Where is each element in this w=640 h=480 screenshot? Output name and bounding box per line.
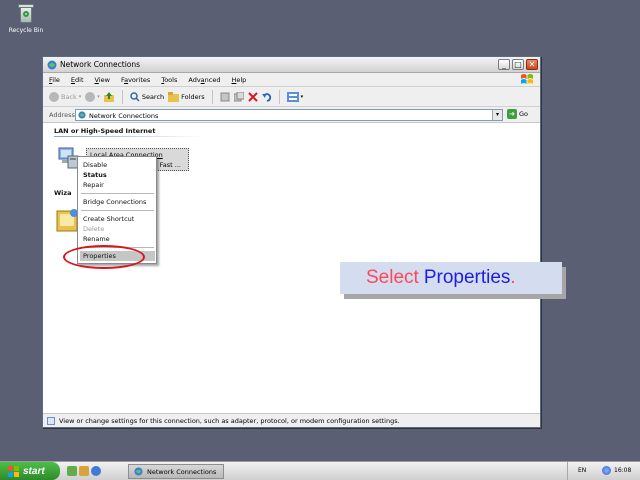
tray-network-icon[interactable] <box>602 466 611 475</box>
show-desktop-icon[interactable] <box>67 466 77 476</box>
menu-item-rename[interactable]: Rename <box>83 235 110 243</box>
group-heading-wizard: Wiza <box>54 189 72 197</box>
folders-icon <box>168 91 180 102</box>
network-connections-task-icon <box>134 467 143 476</box>
move-to-icon <box>220 92 230 101</box>
up-folder-button[interactable] <box>103 91 115 102</box>
delete-x-icon <box>247 91 258 102</box>
undo-icon <box>261 92 271 102</box>
highlight-ring <box>63 245 145 269</box>
menu-item-bridge-connections[interactable]: Bridge Connections <box>83 198 146 206</box>
recycle-bin-icon <box>16 2 36 24</box>
views-icon <box>286 91 299 102</box>
delete-button[interactable] <box>247 91 258 102</box>
views-button[interactable]: ▾ <box>286 91 303 102</box>
close-button[interactable]: ✕ <box>526 59 538 70</box>
language-indicator[interactable]: EN <box>578 467 586 474</box>
menu-view[interactable]: View <box>95 76 110 84</box>
menu-favorites[interactable]: Favorites <box>121 76 150 84</box>
up-folder-icon <box>103 91 114 102</box>
back-button[interactable]: Back ▾ <box>49 91 81 102</box>
status-text: View or change settings for this connect… <box>59 416 400 425</box>
toolbar: Back ▾ ▾ Search Folders ▾ <box>43 87 540 107</box>
window-title: Network Connections <box>60 60 141 69</box>
menu-item-status[interactable]: Status <box>83 171 107 179</box>
menu-help[interactable]: Help <box>231 76 246 84</box>
media-player-icon[interactable] <box>79 466 89 476</box>
undo-button[interactable] <box>261 92 272 102</box>
taskbar: start Network Connections EN 16:08 <box>0 461 640 480</box>
address-dropdown-button[interactable]: ▾ <box>492 110 502 120</box>
forward-arrow-icon <box>85 91 96 102</box>
address-input[interactable]: Network Connections ▾ <box>75 109 503 121</box>
windows-flag-icon <box>8 465 19 477</box>
menu-file[interactable]: File <box>49 76 60 84</box>
recycle-bin-desktop-icon[interactable]: Recycle Bin <box>6 2 46 34</box>
address-value: Network Connections <box>89 112 159 120</box>
start-button[interactable]: start <box>0 462 60 480</box>
maximize-button[interactable]: □ <box>512 59 524 70</box>
menu-item-disable[interactable]: Disable <box>83 161 107 169</box>
network-connections-icon <box>47 60 57 70</box>
search-icon <box>130 91 140 102</box>
menu-item-repair[interactable]: Repair <box>83 181 104 189</box>
recycle-bin-label: Recycle Bin <box>8 27 44 34</box>
group-heading-lan: LAN or High-Speed Internet <box>54 127 156 135</box>
address-label: Address <box>49 111 75 119</box>
menu-tools[interactable]: Tools <box>161 76 177 84</box>
system-tray: EN 16:08 <box>567 462 640 480</box>
go-arrow-icon: ➔ <box>507 109 517 119</box>
windows-logo-icon <box>521 74 533 84</box>
copy-to-icon <box>233 91 244 101</box>
status-bar: View or change settings for this connect… <box>43 413 540 427</box>
callout-word-select: Select <box>366 267 419 288</box>
minimize-button[interactable]: _ <box>498 59 510 70</box>
forward-button[interactable]: ▾ <box>85 91 100 102</box>
move-to-button[interactable] <box>220 92 230 102</box>
callout-word-properties: Properties <box>423 267 511 288</box>
callout-period: . <box>510 267 516 288</box>
menu-bar: File Edit View Favorites Tools Advanced … <box>43 73 540 87</box>
clock: 16:08 <box>614 467 632 474</box>
search-button[interactable]: Search <box>130 91 164 102</box>
internet-explorer-icon[interactable] <box>91 466 101 476</box>
network-connections-small-icon <box>78 111 86 119</box>
status-info-icon <box>47 416 55 425</box>
menu-advanced[interactable]: Advanced <box>188 76 220 84</box>
menu-edit[interactable]: Edit <box>71 76 84 84</box>
group-divider <box>54 136 204 137</box>
folders-button[interactable]: Folders <box>168 91 205 102</box>
menu-item-create-shortcut[interactable]: Create Shortcut <box>83 215 134 223</box>
back-arrow-icon <box>49 91 59 102</box>
instruction-callout: Select Properties . <box>340 262 562 294</box>
go-button[interactable]: ➔ Go <box>507 109 528 119</box>
copy-to-button[interactable] <box>233 91 244 102</box>
title-bar[interactable]: Network Connections _ □ ✕ <box>43 57 540 73</box>
menu-item-delete: Delete <box>83 225 105 233</box>
address-bar: Address Network Connections ▾ ➔ Go <box>43 107 540 123</box>
taskbar-button-network-connections[interactable]: Network Connections <box>128 464 224 479</box>
